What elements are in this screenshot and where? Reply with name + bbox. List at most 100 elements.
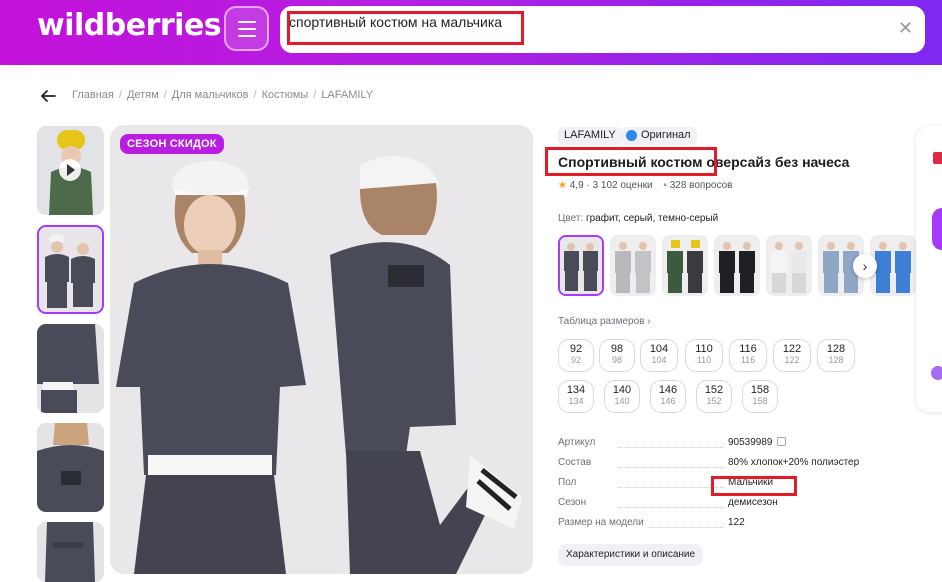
verified-icon — [626, 130, 637, 141]
size-sub: 152 — [706, 396, 722, 406]
size-value: 158 — [750, 384, 770, 396]
size-option[interactable]: 152 152 — [696, 380, 732, 413]
original-label: Оригинал — [641, 129, 691, 141]
rating-line: ★ 4,9 · 3 102 оценки ▪ 328 вопросов — [558, 180, 733, 191]
size-sub: 110 — [696, 355, 712, 365]
size-sub: 128 — [828, 355, 844, 365]
spec-row: Состав 80% хлопок+20% полиэстер — [558, 457, 898, 473]
size-value: 110 — [695, 343, 713, 355]
search-bar[interactable]: спортивный костюм на мальчика ✕ — [280, 6, 925, 53]
size-option[interactable]: 134 134 — [558, 380, 594, 413]
spec-value: 122 — [728, 517, 745, 528]
delivery-icon — [931, 366, 942, 380]
purchase-panel — [916, 126, 942, 412]
clear-search-icon[interactable]: ✕ — [898, 18, 913, 38]
thumbnail[interactable] — [37, 423, 104, 512]
size-value: 104 — [649, 343, 669, 355]
size-value: 116 — [739, 343, 757, 355]
size-value: 146 — [658, 384, 678, 396]
size-sub: 92 — [570, 355, 581, 365]
size-option[interactable]: 104 104 — [640, 339, 678, 372]
size-value: 98 — [610, 343, 624, 355]
size-sub: 116 — [740, 355, 756, 365]
search-input[interactable]: спортивный костюм на мальчика — [289, 14, 502, 30]
breadcrumb-item[interactable]: Детям — [127, 89, 159, 101]
size-sub: 98 — [611, 355, 622, 365]
original-badge: Оригинал — [621, 127, 697, 145]
sale-badge: СЕЗОН СКИДОК — [120, 134, 224, 154]
size-value: 122 — [782, 343, 802, 355]
spec-key: Сезон — [558, 497, 591, 508]
size-sub: 158 — [752, 396, 768, 406]
back-arrow-icon[interactable] — [38, 86, 58, 106]
breadcrumb: Главная / Детям / Для мальчиков / Костюмы / LAFA… — [72, 89, 374, 101]
size-value: 140 — [612, 384, 632, 396]
spec-row: Сезон демисезон — [558, 497, 898, 513]
main-product-image[interactable]: СЕЗОН СКИДОК — [110, 125, 533, 574]
color-swatch-graphite[interactable] — [558, 235, 604, 296]
spec-row: Артикул 90539989 — [558, 437, 898, 453]
spec-value: демисезон — [728, 497, 778, 508]
size-table-label: Таблица размеров — [558, 316, 645, 327]
breadcrumb-item[interactable]: Главная — [72, 89, 114, 101]
bag-icon — [933, 152, 942, 164]
color-line: Цвет: графит, серый, темно-серый — [558, 213, 718, 224]
brand-link[interactable]: LAFAMILY — [558, 127, 622, 145]
color-label: Цвет: — [558, 213, 584, 224]
title-highlight-box — [545, 147, 717, 176]
questions-link[interactable]: 328 вопросов — [670, 180, 733, 191]
spec-key: Размер на модели — [558, 517, 648, 528]
thumbnail[interactable] — [37, 324, 104, 413]
add-to-cart-button[interactable] — [932, 208, 942, 250]
gender-highlight-box — [711, 476, 797, 496]
breadcrumb-item[interactable]: Для мальчиков — [172, 89, 249, 101]
size-sub: 104 — [651, 355, 667, 365]
rating-value: 4,9 — [569, 180, 584, 191]
next-colors-button[interactable]: › — [853, 254, 877, 278]
color-swatch-black[interactable] — [714, 235, 760, 296]
size-value: 134 — [566, 384, 586, 396]
size-option[interactable]: 146 146 — [650, 380, 686, 413]
spec-key: Пол — [558, 477, 581, 488]
size-option[interactable]: 110 110 — [685, 339, 723, 372]
size-sub: 134 — [568, 396, 584, 406]
color-value: графит, серый, темно-серый — [585, 213, 719, 224]
header: wildberries спортивный костюм на мальчик… — [0, 0, 942, 65]
size-option[interactable]: 122 122 — [773, 339, 811, 372]
size-table-link[interactable]: Таблица размеров › — [558, 316, 651, 327]
star-icon: ★ — [558, 180, 567, 191]
size-option[interactable]: 140 140 — [604, 380, 640, 413]
menu-button[interactable] — [224, 6, 269, 51]
size-sub: 146 — [660, 396, 676, 406]
breadcrumb-item[interactable]: LAFAMILY — [321, 89, 373, 101]
spec-key: Состав — [558, 457, 596, 468]
size-option[interactable]: 92 92 — [558, 339, 594, 372]
logo[interactable]: wildberries — [37, 8, 222, 43]
color-swatch-grey[interactable] — [610, 235, 656, 296]
color-swatch-green[interactable] — [662, 235, 708, 296]
size-option[interactable]: 128 128 — [817, 339, 855, 372]
copy-icon[interactable] — [776, 437, 786, 446]
burger-line — [238, 35, 256, 37]
size-option[interactable]: 158 158 — [742, 380, 778, 413]
thumbnail-video[interactable] — [37, 126, 104, 215]
details-button[interactable]: Характеристики и описание — [558, 544, 704, 566]
reviews-link[interactable]: 3 102 оценки — [593, 180, 653, 191]
size-value: 128 — [826, 343, 846, 355]
spec-row: Размер на модели 122 — [558, 517, 898, 533]
size-sub: 122 — [784, 355, 800, 365]
size-value: 92 — [569, 343, 583, 355]
burger-line — [238, 28, 256, 30]
spec-value: 80% хлопок+20% полиэстер — [728, 457, 860, 468]
thumbnail-selected[interactable] — [37, 225, 104, 314]
size-option[interactable]: 98 98 — [599, 339, 635, 372]
size-option[interactable]: 116 116 — [729, 339, 767, 372]
size-value: 152 — [704, 384, 724, 396]
article-number: 90539989 — [728, 437, 773, 448]
spec-key: Артикул — [558, 437, 600, 448]
breadcrumb-item[interactable]: Костюмы — [262, 89, 309, 101]
burger-line — [238, 21, 256, 23]
thumbnail[interactable] — [37, 522, 104, 582]
color-swatch-light[interactable] — [766, 235, 812, 296]
size-sub: 140 — [614, 396, 630, 406]
